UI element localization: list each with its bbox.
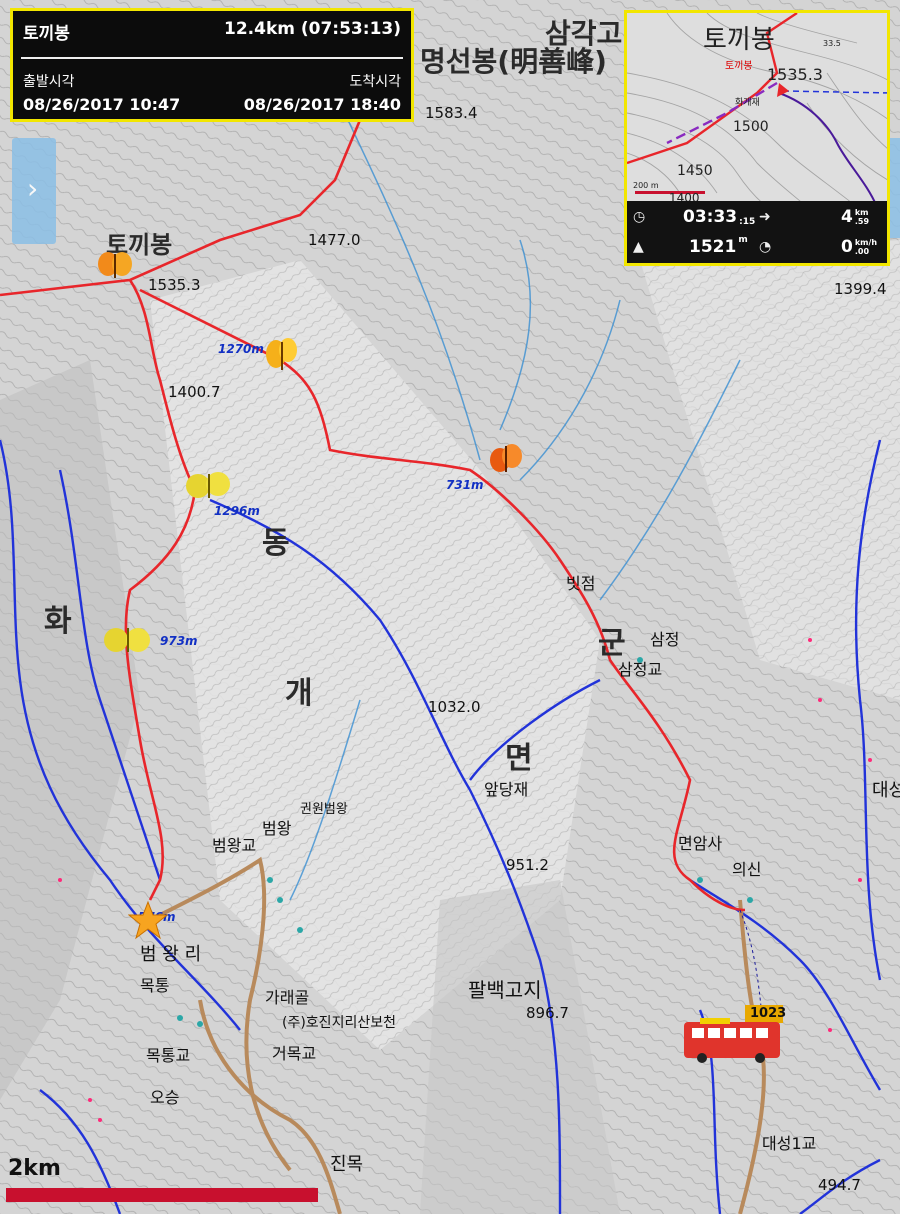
mini-peak-name: 토끼봉: [703, 25, 775, 55]
end-label: 도착시각: [349, 74, 401, 90]
peak-1399: 1399.4: [834, 280, 887, 298]
scale-bar: [6, 1188, 318, 1202]
mini-contour-1500: 1500: [733, 119, 769, 135]
place-garaegol: 가래골: [265, 988, 310, 1007]
end-time: 08/26/2017 18:40: [243, 95, 401, 114]
distance-stat: ➜: [759, 203, 771, 231]
place-palbaekgoji: 팔백고지: [468, 978, 542, 1002]
panel-divider: [21, 57, 403, 59]
place-samjeong: 삼정: [650, 630, 680, 649]
track-title: 토끼봉: [23, 24, 70, 44]
peak-494: 494.7: [818, 1176, 861, 1194]
place-gwonwonbeomwang: 권원범왕: [300, 802, 348, 817]
scale-label: 2km: [8, 1156, 61, 1181]
place-moktong: 목통: [140, 976, 170, 995]
track-info-panel: 토끼봉 12.4km (07:53:13) 출발시각 도착시각 08/26/20…: [10, 8, 414, 122]
mini-contour-1450: 1450: [677, 163, 713, 179]
star-576-icon[interactable]: [128, 900, 168, 940]
mini-map-panel[interactable]: 토끼봉 토끼봉 1535.3 1500 1450 1400 화개재 200 m …: [624, 10, 890, 266]
chevron-right-icon: ›: [27, 172, 39, 205]
altitude-stat: ▲: [633, 233, 644, 261]
mini-peak-elev: 1535.3: [767, 65, 823, 84]
butterfly-1270-icon[interactable]: [266, 338, 298, 376]
peak-951: 951.2: [506, 856, 549, 874]
start-label: 출발시각: [23, 74, 75, 90]
arrow-right-icon: ➜: [759, 209, 771, 225]
place-samjeonggyo: 삼정교: [618, 660, 663, 679]
peak-1535: 1535.3: [148, 276, 201, 294]
place-moktonggyo: 목통교: [146, 1046, 191, 1065]
peak-1477: 1477.0: [308, 231, 361, 249]
place-jinmok: 진목: [330, 1154, 364, 1175]
peak-1583: 1583.4: [425, 104, 478, 122]
waypoint-elev-731: 731m: [446, 478, 484, 492]
waypoint-elev-1270: 1270m: [218, 342, 264, 356]
distance-value: 4 km .59: [841, 207, 870, 227]
mini-peak-small: 토끼봉: [725, 61, 753, 72]
place-apdangjae: 앞당재: [484, 780, 529, 799]
place-geomokgyo: 거목교: [272, 1044, 317, 1063]
place-uisin: 의신: [732, 860, 762, 879]
map-label-dong: 동: [262, 526, 290, 561]
altitude-value: 1521 m: [689, 235, 748, 257]
butterfly-973-icon[interactable]: [104, 624, 152, 656]
mini-trail-number: 33.5: [823, 39, 841, 48]
start-time: 08/26/2017 10:47: [23, 95, 181, 114]
waypoint-elev-973: 973m: [160, 634, 198, 648]
place-hojin: (주)호진지리산보천: [282, 1015, 396, 1031]
place-myeonamsa: 면암사: [678, 834, 723, 853]
map-label-samgakgo: 삼각고: [545, 17, 623, 50]
map-label-hwa: 화: [44, 604, 72, 639]
peak-896: 896.7: [526, 1004, 569, 1022]
place-beomwanggyo: 범왕교: [212, 836, 257, 855]
place-bitjeom: 빗점: [566, 574, 596, 593]
peak-1032: 1032.0: [428, 698, 481, 716]
speedometer-icon: ◔: [759, 239, 772, 255]
sidebar-toggle-left[interactable]: ›: [12, 138, 56, 244]
place-oseung: 오승: [150, 1088, 180, 1107]
butterfly-1296-icon[interactable]: [186, 470, 232, 502]
speed-value: 0 km/h .00: [841, 237, 878, 257]
duration-value: 03:33:15: [683, 207, 756, 227]
speed-stat: ◔: [759, 233, 771, 261]
map-label-gae: 개: [285, 676, 313, 711]
place-beomwang: 범왕: [262, 819, 292, 838]
peak-1400: 1400.7: [168, 383, 221, 401]
mini-scale-label: 200 m: [633, 181, 659, 190]
place-daeseong1gyo: 대성1교: [762, 1134, 817, 1153]
waypoint-elev-1296: 1296m: [214, 504, 260, 518]
place-beomwangri: 범 왕 리: [140, 944, 202, 965]
mini-place: 화개재: [735, 98, 760, 108]
mini-stats-bar: ◷ 03:33:15 ➜ 4 km .59 ▲ 1521 m ◔ 0 km/h .00: [627, 201, 887, 263]
map-label-myeon: 면: [505, 741, 533, 776]
butterfly-731-icon[interactable]: [488, 442, 524, 476]
butterfly-start-icon[interactable]: [98, 250, 132, 282]
bus-end-icon[interactable]: [682, 1016, 782, 1064]
duration-stat: ◷: [633, 203, 645, 231]
place-daeseong: 대성: [872, 780, 900, 801]
mountain-icon: ▲: [633, 239, 644, 255]
track-distance-time: 12.4km (07:53:13): [224, 19, 401, 39]
timer-icon: ◷: [633, 209, 646, 225]
